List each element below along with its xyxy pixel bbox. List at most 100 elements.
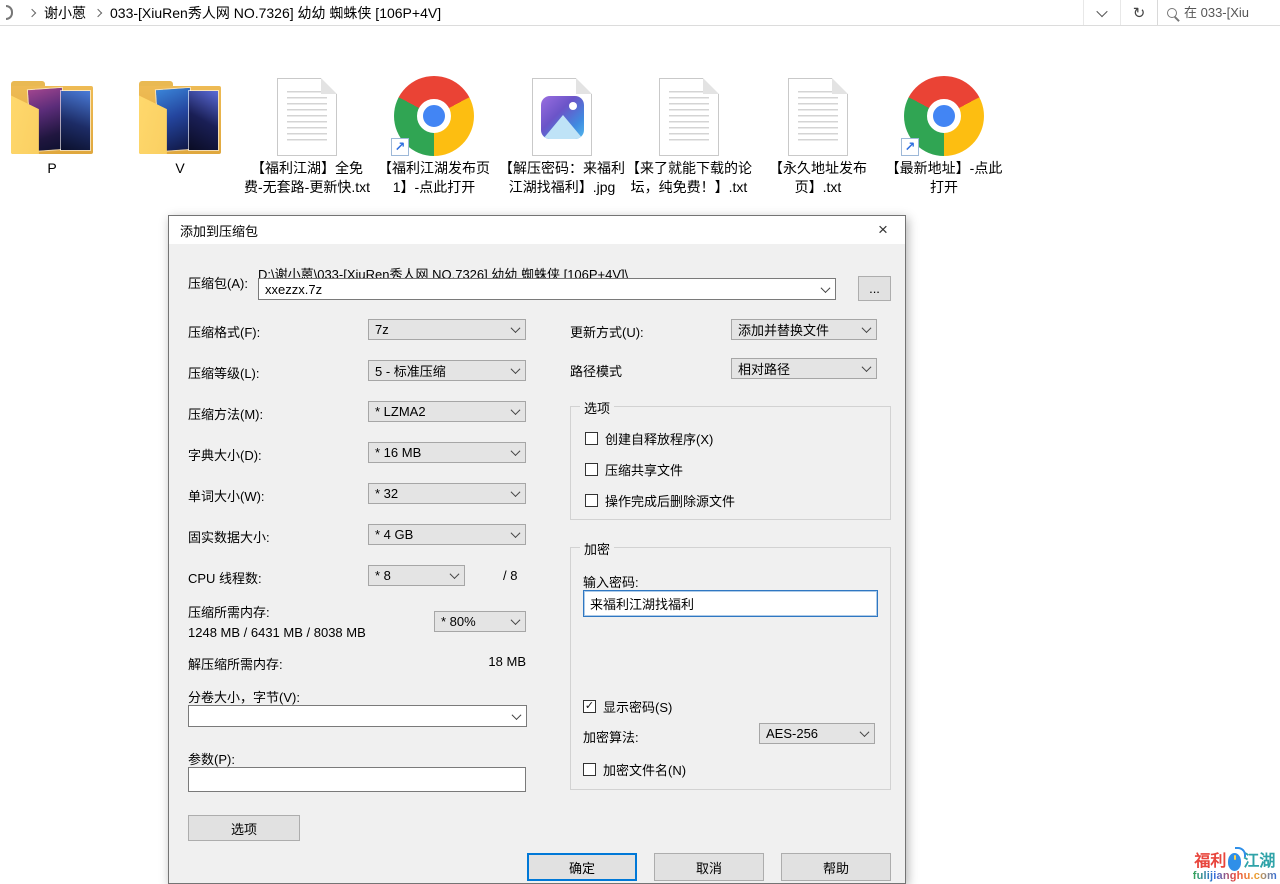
chevron-down-icon — [511, 615, 521, 625]
format-select[interactable]: 7z — [368, 319, 526, 340]
file-label: 【来了就能下载的论坛，纯免费！】.txt — [626, 159, 752, 197]
file-label: 【福利江湖】全免费-无套路-更新快.txt — [244, 159, 370, 197]
split-volumes-label: 分卷大小，字节(V): — [188, 687, 300, 706]
format-label: 压缩格式(F): — [188, 322, 260, 341]
chevron-down-icon — [450, 569, 460, 579]
show-password-checkbox[interactable]: ✓ 显示密码(S) — [583, 697, 672, 716]
refresh-icon: ↻ — [1133, 4, 1146, 22]
refresh-button[interactable]: ↻ — [1120, 0, 1157, 25]
folder-icon — [136, 81, 224, 156]
file-item-chrome-shortcut-2[interactable]: ↗ 【最新地址】-点此打开 — [881, 40, 1007, 197]
path-mode-select[interactable]: 相对路径 — [731, 358, 877, 379]
file-item-chrome-shortcut-1[interactable]: ↗ 【福利江湖发布页1】-点此打开 — [371, 40, 497, 197]
cpu-threads-label: CPU 线程数: — [188, 568, 262, 587]
chevron-down-icon — [511, 364, 521, 374]
archive-name-combo[interactable] — [258, 278, 836, 300]
checkbox-unchecked-icon — [585, 432, 598, 445]
word-size-select[interactable]: * 32 — [368, 483, 526, 504]
close-button[interactable]: × — [861, 216, 905, 244]
file-item-folder-p[interactable]: P — [0, 40, 115, 178]
search-icon — [1167, 8, 1177, 18]
solid-block-select[interactable]: * 4 GB — [368, 524, 526, 545]
encryption-group: 加密 输入密码: ✓ 显示密码(S) 加密算法: AES-256 加密文件名(N… — [570, 547, 891, 790]
chevron-down-icon — [821, 283, 831, 293]
text-file-icon — [277, 78, 337, 156]
chevron-down-icon — [862, 323, 872, 333]
breadcrumb-item-parent[interactable]: 谢小蒽 — [44, 3, 86, 23]
dictionary-select[interactable]: * 16 MB — [368, 442, 526, 463]
ellipsis-icon: ... — [869, 281, 880, 296]
chevron-down-icon — [862, 362, 872, 372]
archive-label: 压缩包(A): — [188, 273, 248, 292]
password-label: 输入密码: — [583, 572, 639, 591]
chevron-down-icon — [512, 710, 522, 720]
cancel-button[interactable]: 取消 — [654, 853, 764, 881]
password-input[interactable] — [583, 590, 878, 617]
chevron-down-icon — [511, 446, 521, 456]
search-box[interactable] — [1157, 0, 1280, 25]
file-label: 【永久地址发布页】.txt — [755, 159, 881, 197]
search-input[interactable] — [1184, 5, 1268, 20]
level-label: 压缩等级(L): — [188, 363, 260, 382]
delete-after-checkbox[interactable]: 操作完成后删除源文件 — [585, 491, 735, 510]
file-item-jpg[interactable]: 【解压密码：来福利江湖找福利】.jpg — [499, 40, 625, 197]
compress-shared-checkbox[interactable]: 压缩共享文件 — [585, 460, 683, 479]
chevron-down-icon — [1096, 5, 1107, 16]
encryption-method-label: 加密算法: — [583, 727, 639, 746]
parameters-input[interactable] — [188, 767, 526, 792]
method-select[interactable]: * LZMA2 — [368, 401, 526, 422]
memory-usage-value: 1248 MB / 6431 MB / 8038 MB — [188, 625, 366, 640]
memory-usage-label: 压缩所需内存: — [188, 602, 270, 621]
chevron-down-icon — [860, 727, 870, 737]
file-item-txt-1[interactable]: 【福利江湖】全免费-无套路-更新快.txt — [244, 40, 370, 197]
dialog-titlebar: 添加到压缩包 × — [169, 216, 905, 244]
split-volumes-input[interactable] — [195, 709, 508, 724]
file-label: P — [0, 159, 115, 178]
archive-name-input[interactable] — [265, 282, 817, 297]
solid-block-label: 固实数据大小: — [188, 527, 270, 546]
encrypt-filenames-checkbox[interactable]: 加密文件名(N) — [583, 760, 686, 779]
cpu-threads-max: / 8 — [503, 568, 517, 583]
watermark-brand-left: 福利 — [1194, 854, 1226, 871]
checkbox-unchecked-icon — [583, 763, 596, 776]
text-file-icon — [788, 78, 848, 156]
breadcrumb: 谢小蒽 033-[XiuRen秀人网 NO.7326] 幼幼 蜘蛛侠 [106P… — [6, 0, 441, 25]
update-mode-label: 更新方式(U): — [570, 322, 644, 341]
options-button[interactable]: 选项 — [188, 815, 300, 841]
image-file-icon — [532, 78, 592, 156]
chrome-icon: ↗ — [394, 76, 474, 156]
shortcut-arrow-icon: ↗ — [391, 138, 409, 156]
options-group: 选项 创建自释放程序(X) 压缩共享文件 操作完成后删除源文件 — [570, 406, 891, 520]
chevron-down-icon — [511, 323, 521, 333]
breadcrumb-item-current[interactable]: 033-[XiuRen秀人网 NO.7326] 幼幼 蜘蛛侠 [106P+4V] — [110, 3, 441, 23]
chevron-down-icon — [511, 487, 521, 497]
file-item-folder-v[interactable]: V — [117, 40, 243, 178]
help-button[interactable]: 帮助 — [781, 853, 891, 881]
decompress-memory-label: 解压缩所需内存: — [188, 654, 283, 673]
cpu-threads-select[interactable]: * 8 — [368, 565, 465, 586]
watermark: 福利 江湖 fulijianghu.com — [1193, 853, 1277, 883]
dictionary-label: 字典大小(D): — [188, 445, 262, 464]
truncated-drive-icon — [6, 5, 13, 20]
add-to-archive-dialog: 添加到压缩包 × 压缩包(A): D:\谢小蒽\033-[XiuRen秀人网 N… — [168, 215, 906, 884]
file-item-txt-3[interactable]: 【永久地址发布页】.txt — [755, 40, 881, 197]
shortcut-arrow-icon: ↗ — [901, 138, 919, 156]
ok-button[interactable]: 确定 — [527, 853, 637, 881]
decompress-memory-value: 18 MB — [368, 654, 526, 669]
file-item-txt-2[interactable]: 【来了就能下载的论坛，纯免费！】.txt — [626, 40, 752, 197]
close-icon: × — [878, 220, 888, 240]
split-volumes-combo[interactable] — [188, 705, 527, 727]
checkbox-checked-icon: ✓ — [583, 700, 596, 713]
checkbox-unchecked-icon — [585, 494, 598, 507]
breadcrumb-separator-icon — [28, 8, 36, 16]
create-sfx-checkbox[interactable]: 创建自释放程序(X) — [585, 429, 713, 448]
browse-button[interactable]: ... — [858, 276, 891, 301]
word-size-label: 单词大小(W): — [188, 486, 265, 505]
method-label: 压缩方法(M): — [188, 404, 263, 423]
encryption-method-select[interactable]: AES-256 — [759, 723, 875, 744]
level-select[interactable]: 5 - 标准压缩 — [368, 360, 526, 381]
memory-percent-select[interactable]: * 80% — [434, 611, 526, 632]
update-mode-select[interactable]: 添加并替换文件 — [731, 319, 877, 340]
parameters-label: 参数(P): — [188, 749, 235, 768]
collapse-pane-button[interactable] — [1083, 0, 1120, 25]
